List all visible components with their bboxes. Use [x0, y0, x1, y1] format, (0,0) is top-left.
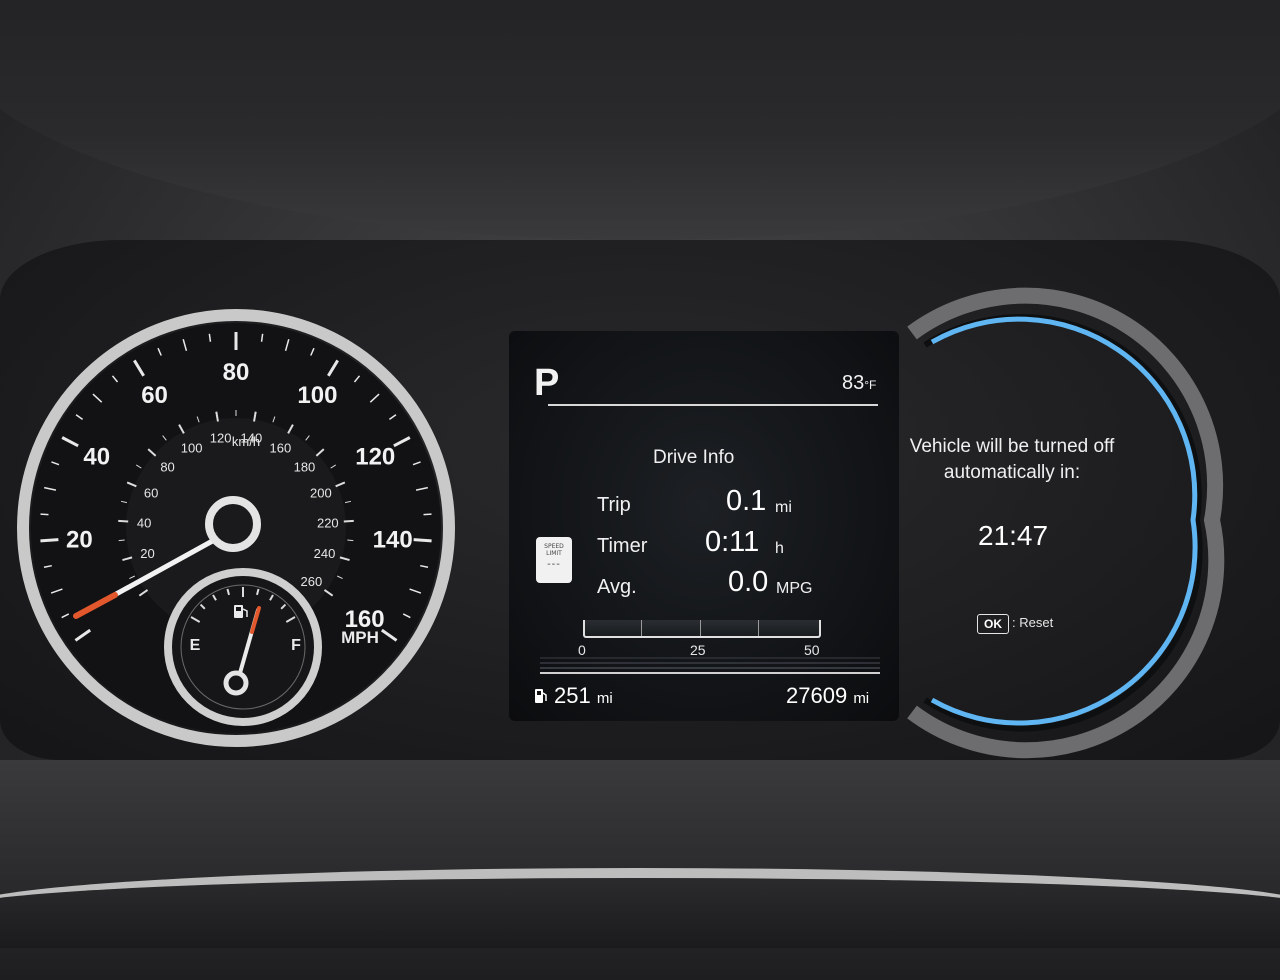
ok-button[interactable]: OK — [977, 614, 1009, 634]
trip-unit: mi — [775, 499, 792, 516]
mph-label: 20 — [66, 526, 93, 553]
kmh-label: 60 — [144, 486, 158, 501]
speed-limit-line2: LIMIT — [546, 550, 562, 557]
gear-indicator: P — [534, 362, 560, 404]
road-stripes — [540, 657, 880, 674]
temp-value: 83 — [842, 372, 865, 394]
fuel-full-label: F — [291, 637, 301, 654]
kmh-label: 180 — [294, 460, 316, 475]
efficiency-bar-tick — [758, 620, 759, 636]
avg-label: Avg. — [597, 576, 637, 598]
trip-value: 0.1 — [726, 485, 767, 517]
kmh-tick — [118, 539, 125, 542]
odometer-unit: mi — [853, 690, 870, 707]
auto-off-notice: Vehicle will be turned off automatically… — [909, 436, 1115, 483]
range-unit: mi — [596, 690, 613, 707]
kmh-tick — [343, 519, 354, 523]
timer-unit: h — [775, 540, 784, 557]
kmh-label: 220 — [317, 515, 339, 530]
kmh-label: 20 — [140, 546, 154, 561]
fuel-empty-label: E — [190, 637, 201, 654]
mph-unit-label: MPH — [341, 628, 379, 647]
efficiency-bar-tick — [700, 620, 701, 636]
mph-label: 60 — [141, 382, 168, 409]
fuel-needle-hub — [223, 670, 249, 696]
kmh-label: 120 — [210, 430, 232, 445]
odometer-value: 27609 — [786, 683, 848, 708]
efficiency-bar — [583, 620, 821, 638]
timer-label: Timer — [597, 535, 648, 557]
kmh-unit-label: km/h — [232, 434, 260, 449]
mph-tick — [413, 538, 432, 543]
avg-unit: MPG — [776, 580, 813, 597]
speed-limit-line1: SPEED — [544, 543, 564, 550]
auto-off-countdown: 21:47 — [977, 520, 1049, 551]
speed-limit-value: --- — [547, 559, 561, 570]
kmh-label: 260 — [301, 574, 323, 589]
kmh-label: 160 — [270, 440, 292, 455]
kmh-label: 80 — [160, 460, 174, 475]
header-divider — [548, 404, 878, 406]
kmh-label: 240 — [314, 546, 336, 561]
temp-unit: °F — [864, 378, 877, 392]
kmh-tick — [347, 539, 354, 542]
kmh-label: 40 — [137, 515, 151, 530]
outside-temperature: 83°F — [842, 372, 876, 395]
kmh-tick — [118, 519, 129, 523]
range-value: 251 — [554, 683, 591, 708]
odometer: 27609 mi — [786, 683, 869, 709]
mph-label: 80 — [223, 359, 250, 386]
mph-tick — [423, 513, 432, 516]
kmh-label: 200 — [310, 486, 332, 501]
mph-label: 40 — [83, 444, 110, 471]
mph-label: 140 — [373, 526, 413, 553]
mph-label: 120 — [355, 444, 395, 471]
fuel-pump-icon — [534, 685, 548, 703]
drive-info-title: Drive Info — [653, 447, 735, 468]
timer-value: 0:11 — [705, 526, 760, 558]
range-readout: 251 mi — [534, 683, 613, 709]
trip-label: Trip — [597, 494, 631, 516]
speed-needle-hub — [205, 496, 261, 552]
kmh-label: 100 — [181, 440, 203, 455]
mph-label: 100 — [297, 382, 337, 409]
reset-label: : Reset — [1012, 615, 1054, 630]
speed-limit-sign: SPEED LIMIT --- — [536, 537, 572, 583]
avg-value: 0.0 — [728, 566, 769, 598]
efficiency-bar-tick — [641, 620, 642, 636]
mph-tick — [40, 538, 59, 543]
mph-tick — [40, 513, 49, 516]
